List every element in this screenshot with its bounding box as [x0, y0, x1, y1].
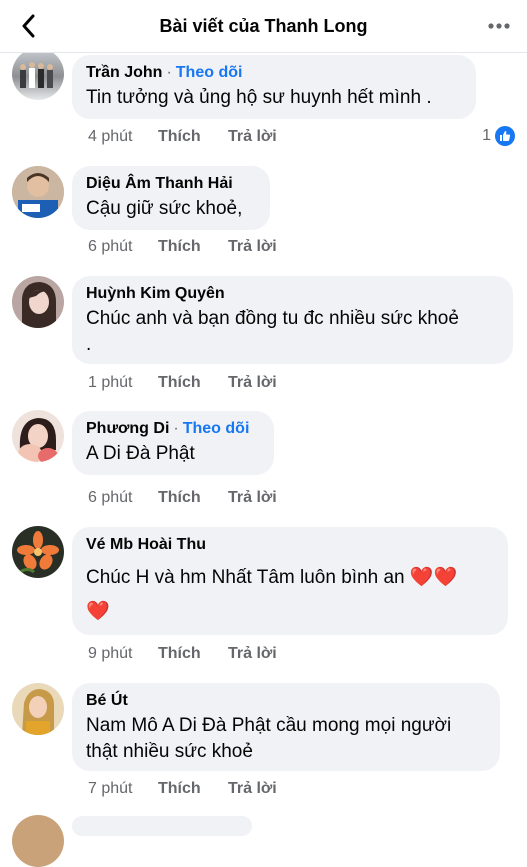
comment-bubble: Bé Út Nam Mô A Di Đà Phật cầu mong mọi n…: [72, 683, 500, 771]
reply-button[interactable]: Trả lời: [228, 488, 277, 508]
comment-time: 6 phút: [88, 489, 133, 506]
comment-text-line: Chúc anh và bạn đồng tu đc nhiều sức kho…: [86, 308, 459, 329]
separator-dot: ·: [166, 64, 172, 81]
avatar[interactable]: [12, 683, 64, 735]
like-button[interactable]: Thích: [158, 644, 228, 664]
like-button[interactable]: Thích: [158, 237, 228, 257]
comment-text: Cậu giữ sức khoẻ,: [86, 198, 243, 219]
comment-time: 4 phút: [88, 128, 133, 145]
like-button[interactable]: Thích: [158, 127, 228, 147]
top-bar: Bài viết của Thanh Long: [0, 0, 527, 53]
avatar[interactable]: [12, 526, 64, 578]
thumbs-up-icon: [495, 126, 515, 146]
like-button[interactable]: Thích: [158, 488, 228, 508]
flower-photo-icon: [12, 526, 64, 578]
reply-button[interactable]: Trả lời: [228, 779, 277, 799]
more-options-button[interactable]: [483, 10, 515, 42]
reaction-count: 1: [482, 127, 491, 144]
separator-dot: ·: [173, 420, 179, 437]
comment-time: 1 phút: [88, 374, 133, 391]
person-photo-icon: [12, 166, 64, 218]
avatar[interactable]: [12, 166, 64, 218]
page-title: Bài viết của Thanh Long: [159, 15, 368, 36]
comment-text: A Di Đà Phật: [86, 443, 195, 464]
comment-actions: 6 phút Thích Trả lời: [88, 488, 277, 508]
comment-text-line: thật nhiều sức khoẻ: [86, 741, 253, 762]
comment-text-line: ❤️: [86, 601, 110, 622]
comment-actions: 6 phút Thích Trả lời: [88, 237, 277, 257]
comment-author[interactable]: Vé Mb Hoài Thu: [86, 535, 494, 555]
comment-author[interactable]: Huỳnh Kim Quyên: [86, 284, 499, 304]
comment-actions: 4 phút Thích Trả lời: [88, 127, 277, 147]
comment-time: 6 phút: [88, 238, 133, 255]
author-name[interactable]: Trần John: [86, 64, 162, 81]
comment-text-line: .: [86, 334, 92, 355]
reply-button[interactable]: Trả lời: [228, 373, 277, 393]
comment-bubble: Diệu Âm Thanh Hải Cậu giữ sức khoẻ,: [72, 166, 270, 230]
comment-actions: 9 phút Thích Trả lời: [88, 644, 277, 664]
chevron-left-icon: [22, 14, 35, 38]
reaction-summary[interactable]: 1: [482, 126, 515, 146]
comment-text: Tin tưởng và ủng hộ sư huynh hết mình .: [86, 87, 432, 108]
comment-author: Phương Di · Theo dõi: [86, 419, 260, 439]
avatar[interactable]: [12, 276, 64, 328]
comment-time: 9 phút: [88, 645, 133, 662]
avatar[interactable]: [12, 48, 64, 100]
author-name[interactable]: Phương Di: [86, 420, 169, 437]
person-photo-icon: [12, 683, 64, 735]
comment-actions: 1 phút Thích Trả lời: [88, 373, 277, 393]
more-horizontal-icon: [488, 23, 510, 29]
comment-author[interactable]: Diệu Âm Thanh Hải: [86, 174, 256, 194]
comment-bubble: [72, 816, 252, 836]
like-button[interactable]: Thích: [158, 779, 228, 799]
person-photo-icon: [12, 410, 64, 462]
follow-button[interactable]: Theo dõi: [183, 420, 250, 437]
comment-text-line: Nam Mô A Di Đà Phật cầu mong mọi người: [86, 715, 452, 736]
comment-text-line: Chúc H và hm Nhất Tâm luôn bình an ❤️❤️: [86, 567, 458, 588]
like-button[interactable]: Thích: [158, 373, 228, 393]
comment-bubble: Vé Mb Hoài Thu Chúc H và hm Nhất Tâm luô…: [72, 527, 508, 635]
comment-bubble: Phương Di · Theo dõi A Di Đà Phật: [72, 411, 274, 475]
comment-author[interactable]: Bé Út: [86, 691, 486, 711]
comment-author: Trần John · Theo dõi: [86, 63, 462, 83]
follow-button[interactable]: Theo dõi: [176, 64, 243, 81]
avatar[interactable]: [12, 410, 64, 462]
reply-button[interactable]: Trả lời: [228, 127, 277, 147]
avatar[interactable]: [12, 815, 64, 867]
back-button[interactable]: [12, 10, 44, 42]
comment-time: 7 phút: [88, 780, 133, 797]
reply-button[interactable]: Trả lời: [228, 644, 277, 664]
comment-actions: 7 phút Thích Trả lời: [88, 779, 277, 799]
reply-button[interactable]: Trả lời: [228, 237, 277, 257]
comment-bubble: Huỳnh Kim Quyên Chúc anh và bạn đồng tu …: [72, 276, 513, 364]
group-photo-icon: [20, 62, 53, 88]
person-photo-icon: [12, 276, 64, 328]
comment-bubble: Trần John · Theo dõi Tin tưởng và ủng hộ s…: [72, 55, 476, 119]
